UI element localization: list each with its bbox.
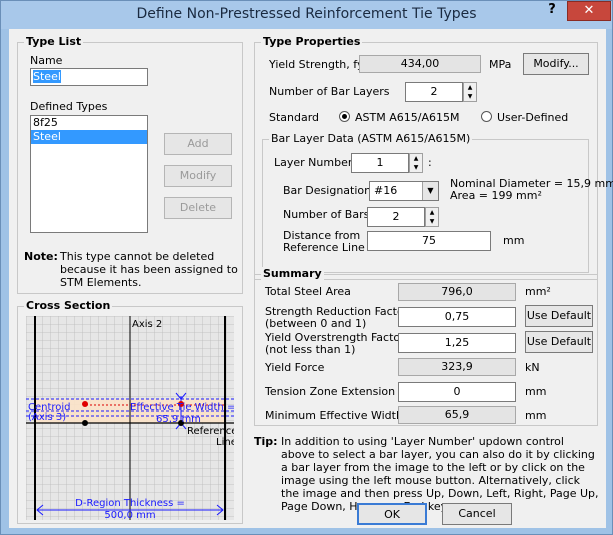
bar-layers-spinner[interactable]: ▲ ▼ xyxy=(463,82,477,102)
delete-button[interactable]: Delete xyxy=(164,197,232,219)
number-of-bars-input[interactable]: 2 xyxy=(367,207,425,227)
spin-down-icon[interactable]: ▼ xyxy=(426,217,438,226)
yield-force-label: Yield Force xyxy=(265,361,325,374)
tension-zone-label: Tension Zone Extension xyxy=(265,385,396,398)
spin-up-icon[interactable]: ▲ xyxy=(410,154,422,163)
bar-layers-input[interactable]: 2 xyxy=(405,82,463,102)
chevron-down-icon[interactable]: ▼ xyxy=(422,182,438,200)
list-item[interactable]: 8f25 xyxy=(31,116,147,130)
astm-radio-label[interactable]: ASTM A615/A615M xyxy=(355,111,459,124)
reference-line-label: Line xyxy=(216,437,234,448)
add-button[interactable]: Add xyxy=(164,133,232,155)
min-width-label: Minimum Effective Width xyxy=(265,409,403,422)
yield-strength-value: 434,00 xyxy=(359,55,481,73)
cross-section-title: Cross Section xyxy=(24,299,113,312)
user-defined-radio[interactable] xyxy=(481,111,492,122)
min-width-unit: mm xyxy=(525,409,547,422)
close-button[interactable]: ✕ xyxy=(567,1,611,21)
name-label: Name xyxy=(30,54,63,67)
bar-designation-label: Bar Designation xyxy=(283,184,372,197)
spin-up-icon[interactable]: ▲ xyxy=(426,208,438,217)
eff-width-label: Effective Tie Width = xyxy=(130,402,234,413)
distance-unit: mm xyxy=(503,234,525,247)
spin-down-icon[interactable]: ▼ xyxy=(464,92,476,101)
bar-layer-data-group: Bar Layer Data (ASTM A615/A615M) Layer N… xyxy=(262,132,613,273)
title-bar: Define Non-Prestressed Reinforcement Tie… xyxy=(1,1,612,29)
note-text: This type cannot be deleted because it h… xyxy=(60,250,238,289)
layer-number-input[interactable]: 1 xyxy=(351,153,409,173)
ok-button[interactable]: OK xyxy=(357,503,427,525)
defined-types-label: Defined Types xyxy=(30,100,108,113)
total-steel-area-value: 796,0 xyxy=(398,283,516,301)
summary-title: Summary xyxy=(261,267,324,280)
standard-label: Standard xyxy=(269,111,320,124)
bar-designation-select[interactable]: #16 ▼ xyxy=(369,181,439,201)
type-list-group: Type List Name Steel Defined Types 8f25 … xyxy=(17,35,243,294)
bar-designation-value: #16 xyxy=(374,184,398,197)
number-of-bars-spinner[interactable]: ▲ ▼ xyxy=(425,207,439,227)
yield-force-value: 323,9 xyxy=(398,358,516,376)
note-label: Note: xyxy=(24,250,58,263)
tension-zone-unit: mm xyxy=(525,385,547,398)
dregion-value: 500,0 mm xyxy=(104,510,155,520)
axis-2-label: Axis 2 xyxy=(132,319,162,330)
total-steel-area-unit: mm² xyxy=(525,285,551,298)
name-input[interactable]: Steel xyxy=(30,68,148,86)
yield-force-unit: kN xyxy=(525,361,540,374)
yield-strength-label: Yield Strength, fy xyxy=(269,58,364,71)
reference-label: Reference xyxy=(187,426,234,437)
distance-label-2: Reference Line xyxy=(283,241,365,254)
eff-width-value: 65,9 mm xyxy=(156,414,201,425)
axis-3-label: (Axis 3) xyxy=(28,412,66,423)
total-steel-area-label: Total Steel Area xyxy=(265,285,351,298)
type-list-title: Type List xyxy=(24,35,84,48)
summary-group: Summary Total Steel Area 796,0 mm² Stren… xyxy=(254,267,598,426)
layer-number-label: Layer Number xyxy=(274,156,353,169)
window-title: Define Non-Prestressed Reinforcement Tie… xyxy=(136,6,477,22)
type-properties-title: Type Properties xyxy=(261,35,363,48)
tip-label: Tip: xyxy=(254,435,278,448)
modify-button[interactable]: Modify xyxy=(164,165,232,187)
user-defined-radio-label[interactable]: User-Defined xyxy=(497,111,568,124)
modify-yield-button[interactable]: Modify... xyxy=(523,53,589,75)
bar-layers-label: Number of Bar Layers xyxy=(269,85,390,98)
list-item[interactable]: Steel xyxy=(31,130,147,144)
tip-text: In addition to using 'Layer Number' updo… xyxy=(281,435,599,513)
dregion-label: D-Region Thickness = xyxy=(75,498,185,509)
defined-types-list[interactable]: 8f25 Steel xyxy=(30,115,148,233)
number-of-bars-label: Number of Bars xyxy=(283,208,370,221)
srf-input[interactable]: 0,75 xyxy=(398,307,516,327)
use-default-srf-button[interactable]: Use Default xyxy=(525,305,593,327)
min-width-value: 65,9 xyxy=(398,406,516,424)
name-input-value: Steel xyxy=(33,70,61,83)
bar-layer-data-title: Bar Layer Data (ASTM A615/A615M) xyxy=(269,132,473,145)
bar-layer-1-left[interactable] xyxy=(82,420,88,426)
yof-input[interactable]: 1,25 xyxy=(398,333,516,353)
tension-zone-input[interactable]: 0 xyxy=(398,382,516,402)
yield-strength-unit: MPa xyxy=(489,58,512,71)
srf-label-2: (between 0 and 1) xyxy=(265,317,367,330)
bar-area: Area = 199 mm² xyxy=(450,189,542,202)
yof-label-2: (not less than 1) xyxy=(265,343,356,356)
layer-number-spinner[interactable]: ▲ ▼ xyxy=(409,153,423,173)
type-properties-group: Type Properties Yield Strength, fy 434,0… xyxy=(254,35,613,280)
astm-radio[interactable] xyxy=(339,111,350,122)
layer-number-colon: : xyxy=(428,156,432,169)
cross-section-image[interactable]: Axis 2 Centroid (Axis 3) Effective Tie W… xyxy=(26,316,234,520)
dialog-client: Type List Name Steel Defined Types 8f25 … xyxy=(9,29,613,528)
cancel-button[interactable]: Cancel xyxy=(442,503,512,525)
dialog-window: Define Non-Prestressed Reinforcement Tie… xyxy=(0,0,613,535)
use-default-yof-button[interactable]: Use Default xyxy=(525,331,593,353)
bar-layer-2-left[interactable] xyxy=(82,401,88,407)
spin-up-icon[interactable]: ▲ xyxy=(464,83,476,92)
help-button[interactable]: ? xyxy=(541,1,563,21)
distance-input[interactable]: 75 xyxy=(367,231,491,251)
spin-down-icon[interactable]: ▼ xyxy=(410,163,422,172)
